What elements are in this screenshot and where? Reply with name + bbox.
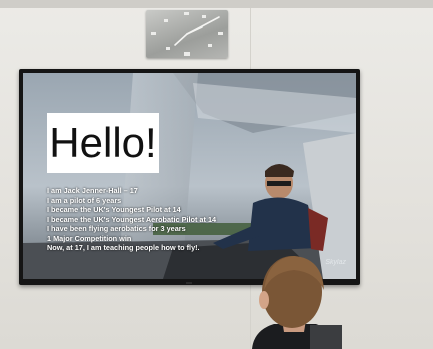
slide-bullet: I became the UK's Youngest Pilot at 14 xyxy=(47,205,181,214)
slide-bullet: 1 Major Competition win xyxy=(47,233,132,243)
presentation-slide: Hello! I am Jack Jenner-Hall – 17 I am a… xyxy=(23,73,356,279)
hello-heading-box: Hello! xyxy=(47,113,159,173)
tv-power-led xyxy=(186,282,192,284)
slide-bullet: Now, at 17, I am teaching people how to … xyxy=(47,243,200,252)
slide-bullet-list: I am Jack Jenner-Hall – 17 I am a pilot … xyxy=(47,186,257,253)
slide-heading: Hello! xyxy=(49,119,157,166)
slide-bullet: I became the UK's Youngest Aerobatic Pil… xyxy=(47,214,217,224)
slide-bullet: I have been flying aerobatics for 3 year… xyxy=(47,224,186,233)
podium xyxy=(310,325,342,349)
slide-bullet: I am a pilot of 6 years xyxy=(47,195,122,205)
ceiling-edge xyxy=(0,0,433,8)
wall-clock-icon xyxy=(146,10,228,58)
slide-bullet: I am Jack Jenner-Hall – 17 xyxy=(47,186,138,195)
